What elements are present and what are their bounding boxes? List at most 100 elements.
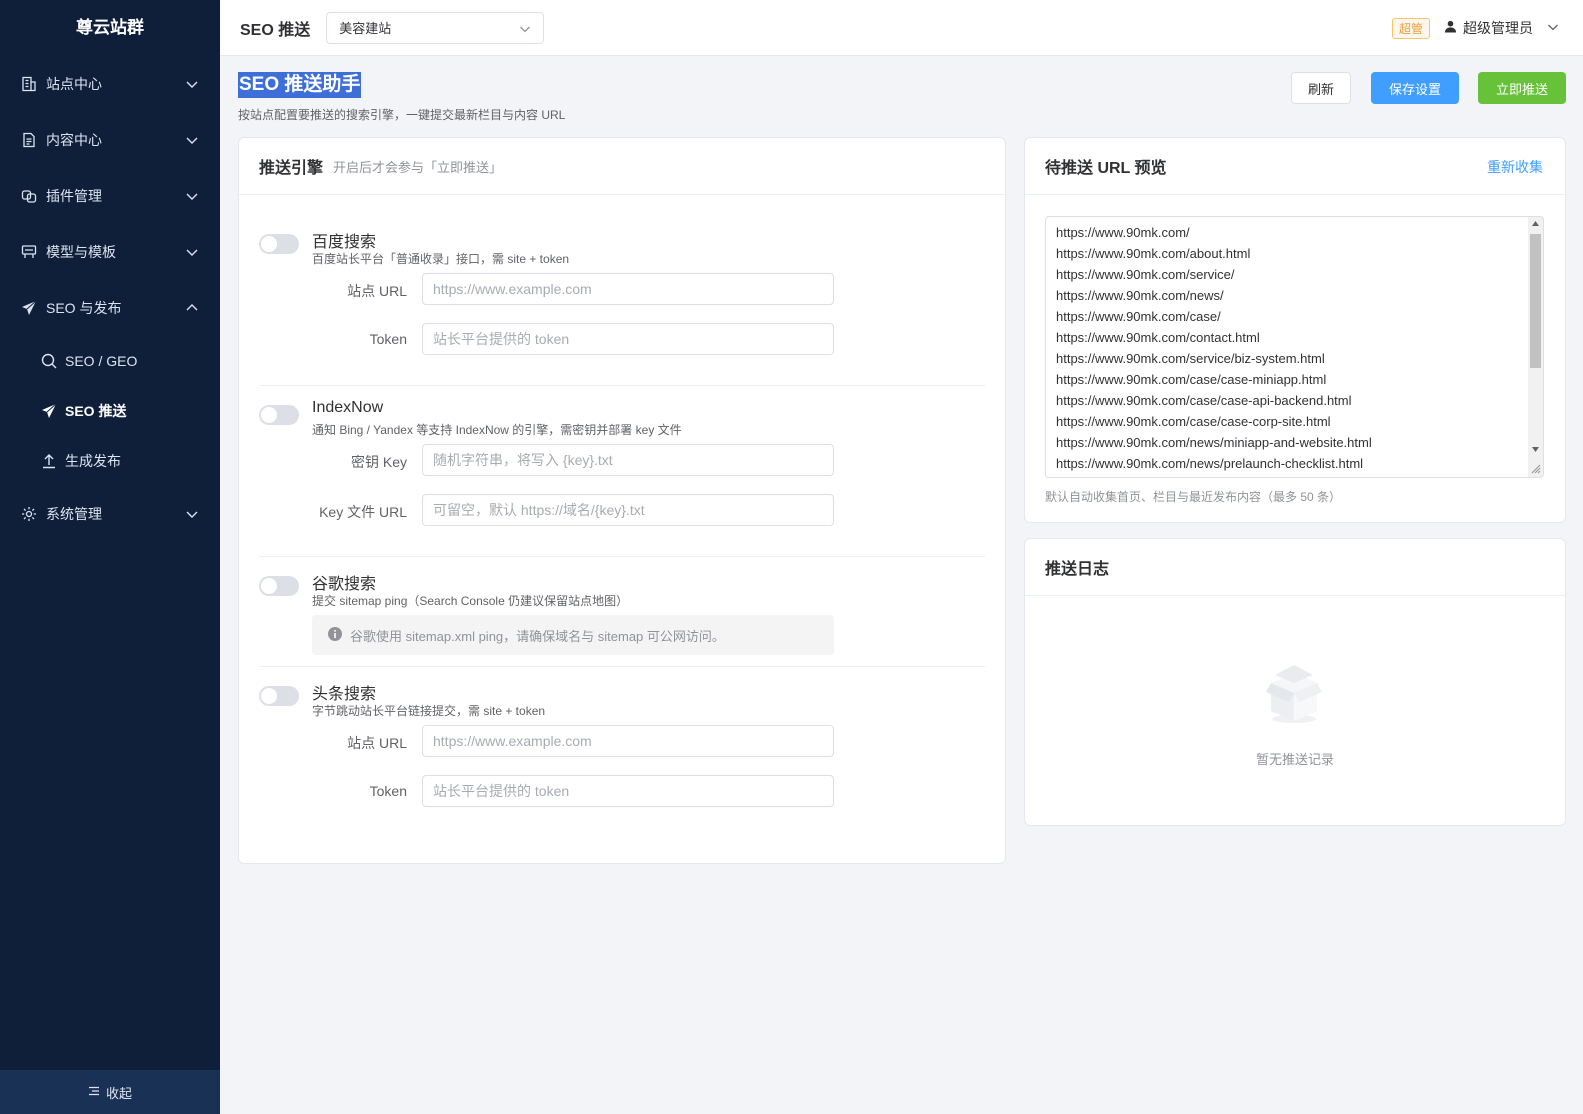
resize-handle-icon[interactable] xyxy=(1531,464,1541,474)
sidebar-item-label: 内容中心 xyxy=(46,132,102,148)
baidu-site-field: 站点 URL xyxy=(259,273,985,305)
sidebar-subitem-generate-publish[interactable]: 生成发布 xyxy=(0,436,220,486)
sidebar-subitem-label: SEO 推送 xyxy=(65,403,127,419)
send-icon xyxy=(21,300,37,316)
scroll-down-icon[interactable] xyxy=(1532,447,1539,452)
card-title: 推送日志 xyxy=(1045,561,1110,578)
toutiao-token-input[interactable] xyxy=(422,775,834,807)
user-icon xyxy=(1444,20,1457,36)
recollect-link[interactable]: 重新收集 xyxy=(1487,157,1543,177)
engine-name: 头条搜索 xyxy=(312,686,377,703)
baidu-site-url-input[interactable] xyxy=(422,273,834,305)
sidebar-subitem-seo-push[interactable]: SEO 推送 xyxy=(0,386,220,436)
url-preview-card: 待推送 URL 预览 重新收集 https://www.90mk.com/ ht… xyxy=(1024,137,1566,523)
empty-text: 暂无推送记录 xyxy=(1255,752,1334,767)
indexnow-keyurl-field: Key 文件 URL xyxy=(259,494,985,526)
scroll-up-icon[interactable] xyxy=(1532,221,1539,226)
url-line: https://www.90mk.com/service/biz-system.… xyxy=(1056,351,1325,366)
upload-icon xyxy=(41,453,57,469)
scrollbar[interactable] xyxy=(1528,217,1543,477)
card-header: 待推送 URL 预览 xyxy=(1025,138,1565,195)
push-now-button[interactable]: 立即推送 xyxy=(1478,72,1566,104)
url-line: https://www.90mk.com/news/ xyxy=(1056,288,1224,303)
sidebar-item-seo-publish[interactable]: SEO 与发布 xyxy=(0,280,220,336)
indexnow-key-field: 密钥 Key xyxy=(259,444,985,476)
sidebar-subitem-label: 生成发布 xyxy=(65,453,121,469)
baidu-toggle[interactable] xyxy=(259,234,299,254)
gear-icon xyxy=(21,506,37,522)
sidebar-item-plugins[interactable]: 插件管理 xyxy=(0,168,220,224)
chevron-down-icon xyxy=(1547,20,1559,36)
engine-name: 百度搜索 xyxy=(312,234,377,251)
card-title: 待推送 URL 预览 xyxy=(1045,160,1167,177)
baidu-token-field: Token xyxy=(259,323,985,355)
engine-toutiao: 头条搜索 字节跳动站长平台链接提交，需 site + token xyxy=(259,680,985,718)
menu-fold-icon xyxy=(88,1085,100,1100)
sidebar-subitem-label: SEO / GEO xyxy=(65,353,138,369)
baidu-token-input[interactable] xyxy=(422,323,834,355)
engine-indexnow: IndexNow 通知 Bing / Yandex 等支持 IndexNow 的… xyxy=(259,399,985,437)
chevron-down-icon xyxy=(186,81,198,88)
url-line: https://www.90mk.com/case/ xyxy=(1056,309,1221,324)
url-line: https://www.90mk.com/case/case-api-backe… xyxy=(1056,393,1352,408)
engine-description: 提交 sitemap ping（Search Console 仍建议保留站点地图… xyxy=(312,594,629,608)
empty-box-icon xyxy=(1263,659,1325,728)
url-line: https://www.90mk.com/news/miniapp-and-we… xyxy=(1056,435,1372,450)
google-toggle[interactable] xyxy=(259,576,299,596)
sidebar-subitem-seo-geo[interactable]: SEO / GEO xyxy=(0,336,220,386)
sidebar-item-models-templates[interactable]: 模型与模板 xyxy=(0,224,220,280)
google-notice: 谷歌使用 sitemap.xml ping，请确保域名与 sitemap 可公网… xyxy=(312,615,834,655)
engine-description: 通知 Bing / Yandex 等支持 IndexNow 的引擎，需密钥并部署… xyxy=(312,423,682,437)
chevron-down-icon xyxy=(186,249,198,256)
app-logo: 尊云站群 xyxy=(76,18,144,37)
template-icon xyxy=(21,244,37,260)
collapse-label: 收起 xyxy=(105,1085,132,1101)
search-icon xyxy=(41,353,57,369)
url-line: https://www.90mk.com/case/case-corp-site… xyxy=(1056,414,1331,429)
sidebar-collapse-button[interactable]: 收起 xyxy=(0,1070,220,1114)
divider xyxy=(259,666,985,667)
indexnow-toggle[interactable] xyxy=(259,405,299,425)
chevron-down-icon xyxy=(186,193,198,200)
indexnow-key-url-input[interactable] xyxy=(422,494,834,526)
sidebar-item-content-center[interactable]: 内容中心 xyxy=(0,112,220,168)
save-settings-button[interactable]: 保存设置 xyxy=(1371,72,1459,104)
field-label: Key 文件 URL xyxy=(319,504,407,520)
scrollbar-thumb[interactable] xyxy=(1530,234,1541,368)
url-line: https://www.90mk.com/case/case-miniapp.h… xyxy=(1056,372,1327,387)
plugin-icon xyxy=(21,188,37,204)
field-label: 站点 URL xyxy=(347,735,407,751)
url-preview-hint: 默认自动收集首页、栏目与最近发布内容（最多 50 条） xyxy=(1045,490,1342,504)
user-menu[interactable]: 超级管理员 xyxy=(1444,18,1559,38)
site-select[interactable]: 美容建站 xyxy=(326,11,545,44)
divider xyxy=(259,385,985,386)
sidebar-item-label: 模型与模板 xyxy=(46,244,116,260)
push-engines-card: 推送引擎 开启后才会参与「立即推送」 百度搜索 百度站长平台「普通收录」接口，需… xyxy=(238,137,1006,864)
sidebar-item-label: SEO 与发布 xyxy=(46,300,122,316)
refresh-button[interactable]: 刷新 xyxy=(1291,72,1351,104)
indexnow-key-input[interactable] xyxy=(422,444,834,476)
engine-description: 字节跳动站长平台链接提交，需 site + token xyxy=(312,704,546,718)
chevron-down-icon xyxy=(186,511,198,518)
sidebar-item-label: 插件管理 xyxy=(46,188,102,204)
engine-description: 百度站长平台「普通收录」接口，需 site + token xyxy=(312,252,570,266)
chevron-down-icon xyxy=(186,137,198,144)
sidebar-item-site-center[interactable]: 站点中心 xyxy=(0,56,220,112)
url-preview-textarea[interactable]: https://www.90mk.com/ https://www.90mk.c… xyxy=(1045,216,1544,478)
sidebar-item-label: 系统管理 xyxy=(46,506,102,522)
top-header: SEO 推送 美容建站 超管 超级管理员 xyxy=(220,0,1583,56)
url-line: https://www.90mk.com/news/prelaunch-chec… xyxy=(1056,456,1364,471)
url-line: https://www.90mk.com/service/ xyxy=(1056,267,1235,282)
page-header: SEO 推送助手 按站点配置要推送的搜索引擎，一键提交最新栏目与内容 URL xyxy=(238,72,565,123)
toutiao-site-field: 站点 URL xyxy=(259,725,985,757)
toutiao-site-url-input[interactable] xyxy=(422,725,834,757)
toutiao-token-field: Token xyxy=(259,775,985,807)
send-icon xyxy=(41,403,57,419)
field-label: 站点 URL xyxy=(347,283,407,299)
sidebar-item-system[interactable]: 系统管理 xyxy=(0,486,220,542)
engine-name: 谷歌搜索 xyxy=(312,576,377,593)
role-badge: 超管 xyxy=(1391,17,1430,39)
engine-baidu: 百度搜索 百度站长平台「普通收录」接口，需 site + token xyxy=(259,228,985,266)
sidebar: 尊云站群 站点中心 内容中心 插件管理 模型与模板 SEO 与发布 SEO / … xyxy=(0,0,220,1114)
toutiao-toggle[interactable] xyxy=(259,686,299,706)
